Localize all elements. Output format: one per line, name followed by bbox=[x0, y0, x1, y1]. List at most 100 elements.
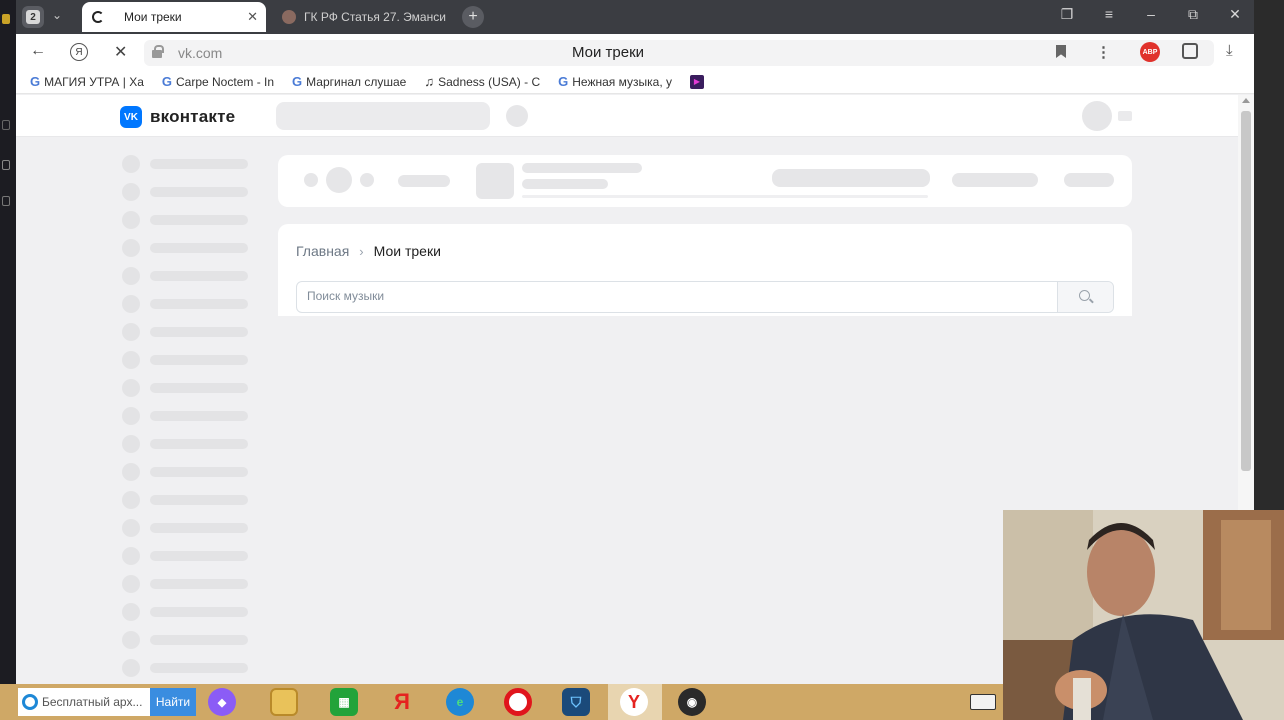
skeleton-bar bbox=[398, 175, 450, 187]
bookmark-item[interactable]: G Маргинал слушае bbox=[292, 74, 406, 89]
bookmark-item[interactable]: G МАГИЯ УТРА | Ха bbox=[30, 74, 144, 89]
screen: 2 ⌄ Мои треки ✕ ГК РФ Статья 27. Эманси … bbox=[0, 0, 1284, 720]
bookmark-item[interactable]: G Carpe Noctem - In bbox=[162, 74, 274, 89]
sidebar-skeleton-row bbox=[122, 547, 248, 565]
tab-title: ГК РФ Статья 27. Эманси bbox=[304, 10, 446, 24]
tab-my-tracks[interactable]: Мои треки ✕ bbox=[82, 2, 266, 32]
cover-skeleton bbox=[476, 163, 514, 199]
progress-skeleton bbox=[522, 195, 928, 198]
webcam-person-image bbox=[1003, 510, 1284, 720]
bookmark-label: Маргинал слушае bbox=[306, 74, 407, 89]
music-search-input[interactable] bbox=[307, 289, 1047, 303]
scrollbar-thumb[interactable] bbox=[1241, 111, 1251, 471]
sidebar-skeleton-row bbox=[122, 155, 248, 173]
google-icon: G bbox=[292, 74, 303, 89]
video-bookmark-icon[interactable]: ▶ bbox=[689, 74, 704, 89]
google-icon: G bbox=[558, 74, 569, 89]
bookmarks-bar: G МАГИЯ УТРА | Ха G Carpe Noctem - In G Мар… bbox=[16, 70, 1254, 94]
obs-icon[interactable]: ◉ bbox=[678, 688, 706, 716]
prev-skeleton bbox=[304, 173, 318, 187]
vpn-shield-icon[interactable]: ⛉ bbox=[562, 688, 590, 716]
find-button[interactable]: Найти bbox=[150, 688, 196, 716]
opera-icon[interactable] bbox=[504, 688, 532, 716]
url-text[interactable]: vk.com bbox=[178, 45, 222, 61]
back-icon[interactable]: ← bbox=[30, 42, 46, 60]
breadcrumb: Главная › Мои треки bbox=[296, 243, 441, 259]
stop-loading-icon[interactable]: ✕ bbox=[114, 42, 127, 62]
breadcrumb-home-link[interactable]: Главная bbox=[296, 243, 349, 259]
sidebar-skeleton-row bbox=[122, 239, 248, 257]
internet-explorer-icon bbox=[22, 694, 38, 710]
tab-title: Мои треки bbox=[124, 10, 182, 24]
sidebar-skeleton-row bbox=[122, 463, 248, 481]
music-note-icon: ♫ bbox=[424, 74, 435, 89]
play-skeleton bbox=[326, 167, 352, 193]
loading-spinner-icon bbox=[92, 11, 104, 23]
chevron-right-icon: › bbox=[359, 243, 364, 259]
extension-icon[interactable] bbox=[1182, 43, 1198, 59]
tab-count-label: 2 bbox=[26, 10, 40, 24]
sidebar-skeleton-row bbox=[122, 519, 248, 537]
scroll-up-icon[interactable] bbox=[1242, 98, 1250, 103]
yandex-icon[interactable]: Я bbox=[388, 688, 416, 716]
adblock-plus-icon[interactable]: ABP bbox=[1140, 42, 1160, 62]
close-tab-icon[interactable]: ✕ bbox=[247, 9, 258, 25]
download-icon[interactable]: ⤓ bbox=[1226, 42, 1233, 59]
notifications-skeleton bbox=[506, 105, 528, 127]
yandex-home-icon[interactable]: Я bbox=[70, 43, 88, 61]
restore-icon[interactable]: ⧉ bbox=[1182, 6, 1204, 23]
chevron-down-icon[interactable]: ⌄ bbox=[52, 8, 62, 22]
tab-gk-rf[interactable]: ГК РФ Статья 27. Эманси bbox=[272, 2, 452, 32]
music-search-box bbox=[296, 281, 1114, 313]
sidebar-skeleton-row bbox=[122, 267, 248, 285]
sidebar-skeleton-row bbox=[122, 435, 248, 453]
bookmark-item[interactable]: G Нежная музыка, у bbox=[558, 74, 672, 89]
vk-logo[interactable]: VK вконтакте bbox=[120, 106, 235, 128]
desktop-edge bbox=[0, 0, 16, 684]
menu-icon[interactable]: ≡ bbox=[1098, 6, 1120, 23]
keyboard-icon[interactable] bbox=[970, 694, 996, 710]
profile-menu-skeleton bbox=[1118, 111, 1132, 121]
bookmark-icon[interactable] bbox=[1056, 45, 1066, 58]
player-skeleton-card bbox=[278, 155, 1132, 207]
edge-icon[interactable]: e bbox=[446, 688, 474, 716]
bookmark-item[interactable]: ♫ Sadness (USA) - C bbox=[424, 74, 540, 89]
sidebar-skeleton-row bbox=[122, 631, 248, 649]
google-icon: G bbox=[30, 74, 41, 89]
lock-icon[interactable] bbox=[152, 45, 164, 58]
search-button[interactable] bbox=[1057, 282, 1113, 312]
abp-label: ABP bbox=[1142, 48, 1158, 56]
skeleton-bar bbox=[1064, 173, 1114, 187]
vk-logo-text: вконтакте bbox=[150, 107, 236, 126]
bookmark-label: Нежная музыка, у bbox=[572, 74, 672, 89]
sidebar-skeleton-row bbox=[122, 351, 248, 369]
breadcrumb-current: Мои треки bbox=[373, 243, 441, 259]
sidebar-skeleton-row bbox=[122, 323, 248, 341]
search-icon bbox=[1079, 290, 1090, 301]
new-tab-button[interactable]: + bbox=[462, 6, 484, 28]
taskbar-search-text: Бесплатный арх... bbox=[42, 695, 143, 709]
tab-count-button[interactable]: 2 bbox=[22, 6, 44, 28]
alice-icon[interactable]: ◆ bbox=[208, 688, 236, 716]
desktop-icon bbox=[2, 14, 10, 24]
more-options-icon[interactable]: ⋮ bbox=[1096, 43, 1111, 61]
desktop-icon bbox=[2, 196, 10, 206]
address-bar[interactable]: vk.com Мои треки ⋮ bbox=[144, 40, 1214, 66]
plus-icon: + bbox=[468, 8, 478, 25]
sidebar-skeleton-row bbox=[122, 491, 248, 509]
taskbar-search[interactable]: Бесплатный арх... bbox=[18, 688, 150, 716]
close-icon[interactable]: ✕ bbox=[1224, 6, 1246, 23]
collections-icon[interactable]: ❐ bbox=[1056, 6, 1078, 23]
bookmark-label: Sadness (USA) - C bbox=[438, 74, 541, 89]
sidebar-skeleton-row bbox=[122, 295, 248, 313]
skeleton-bar bbox=[772, 169, 930, 187]
store-icon[interactable]: ▦ bbox=[330, 688, 358, 716]
page-title: Мои треки bbox=[572, 44, 645, 61]
webcam-overlay bbox=[1003, 510, 1284, 720]
sidebar-skeleton-row bbox=[122, 603, 248, 621]
minimize-icon[interactable]: – bbox=[1140, 6, 1162, 23]
file-explorer-icon[interactable] bbox=[270, 688, 298, 716]
music-content-card: Главная › Мои треки bbox=[278, 224, 1132, 316]
yandex-browser-icon[interactable]: Y bbox=[620, 688, 648, 716]
sidebar-skeleton-row bbox=[122, 575, 248, 593]
